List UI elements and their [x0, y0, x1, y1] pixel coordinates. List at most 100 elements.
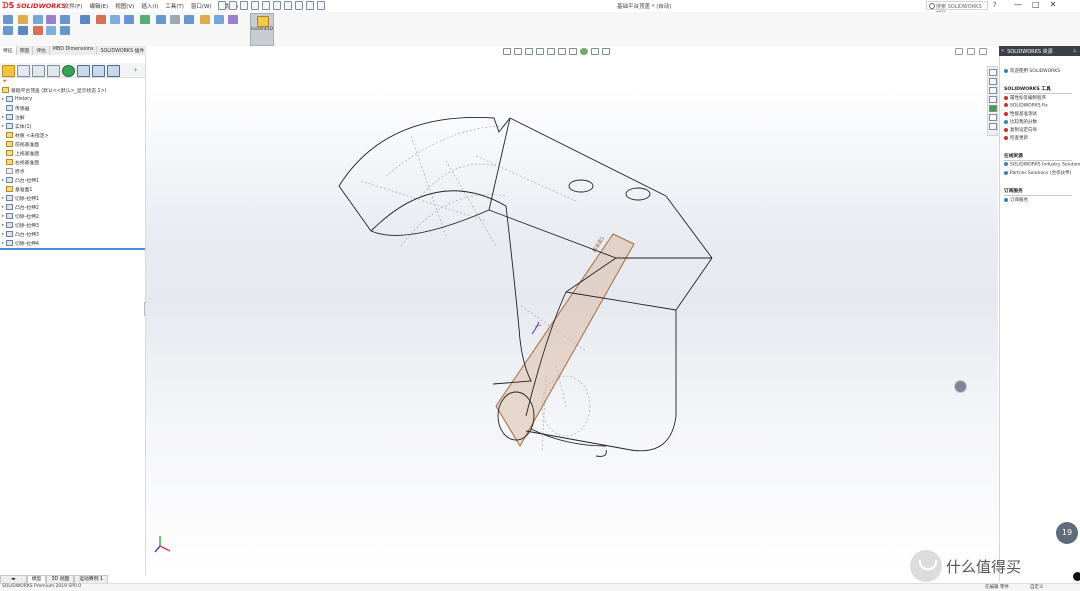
draft-icon[interactable]	[214, 15, 224, 24]
display-style-icon[interactable]	[558, 48, 566, 55]
hole-wizard-icon[interactable]	[96, 15, 106, 24]
design-library-icon[interactable]	[989, 78, 997, 85]
menu-item[interactable]: 文件(F)	[64, 2, 82, 10]
view-orientation-icon[interactable]	[547, 48, 555, 55]
maximize-button[interactable]: □	[1032, 0, 1040, 9]
revolve-boss-icon[interactable]	[18, 15, 28, 24]
custom-properties-icon[interactable]	[989, 114, 997, 121]
menu-item[interactable]: 工具(T)	[165, 2, 184, 10]
dimxpert-icon[interactable]	[47, 65, 60, 77]
reference-geometry-icon[interactable]	[46, 26, 56, 35]
shell-icon[interactable]	[228, 15, 238, 24]
menu-item[interactable]: 编辑(E)	[89, 2, 108, 10]
mirror-icon[interactable]	[33, 26, 43, 35]
graphics-area[interactable]: 基准面1	[146, 46, 998, 575]
tree-item[interactable]: ▸ 实体(1)	[0, 122, 31, 130]
rebuild-icon[interactable]	[295, 1, 303, 10]
save-icon[interactable]	[251, 1, 259, 10]
view-palette-icon[interactable]	[989, 96, 997, 103]
user-avatar[interactable]	[954, 380, 967, 393]
menu-item[interactable]: 窗口(W)	[191, 2, 212, 10]
home-icon[interactable]	[218, 1, 226, 10]
solidworks-logo[interactable]: ᗪS SOLIDWORKS	[2, 1, 66, 11]
task-link[interactable]: 检查更新	[1004, 135, 1028, 141]
tree-item[interactable]: ▸ 凸台-拉伸3	[0, 230, 39, 238]
task-link[interactable]: 比较我的分数	[1004, 119, 1037, 125]
tree-item[interactable]: ▸ 凸台-拉伸2	[0, 203, 39, 211]
zoom-to-fit-icon[interactable]	[503, 48, 511, 55]
task-link[interactable]: 订阅服务	[1004, 197, 1028, 203]
tree-item[interactable]: 材质 <未指定>	[0, 131, 49, 139]
pin-icon[interactable]: ⊥	[1073, 48, 1077, 54]
help-search-input[interactable]: 搜索 SOLIDWORKS 帮助	[926, 1, 988, 17]
status-units[interactable]: 自定义	[1030, 584, 1044, 590]
tree-item[interactable]: ▸ 凸台-拉伸1	[0, 176, 39, 184]
cam-feature-icon[interactable]	[77, 65, 90, 77]
select-icon[interactable]	[284, 1, 292, 10]
file-properties-icon[interactable]	[306, 1, 314, 10]
view-settings-icon[interactable]	[602, 48, 610, 55]
rib-icon[interactable]	[200, 15, 210, 24]
task-link[interactable]: 性能基准测试	[1004, 111, 1037, 117]
image-counter-badge[interactable]: 19	[1056, 522, 1078, 544]
menu-item[interactable]: 视图(V)	[115, 2, 134, 10]
viewport-close-icon[interactable]	[979, 48, 987, 55]
viewport-minimize-icon[interactable]	[955, 48, 963, 55]
tree-item[interactable]: ▸ 切除-拉伸3	[0, 221, 39, 229]
new-document-icon[interactable]	[229, 1, 237, 10]
extrude-boss-icon[interactable]	[3, 15, 13, 24]
appearance-icon[interactable]	[580, 48, 588, 55]
tree-item[interactable]: 上视基准面	[0, 149, 39, 157]
zoom-to-area-icon[interactable]	[514, 48, 522, 55]
hide-show-items-icon[interactable]	[569, 48, 577, 55]
tree-item[interactable]: ▸ 切除-拉伸2	[0, 212, 39, 220]
boundary-cut-icon[interactable]	[156, 15, 166, 24]
tree-item[interactable]: ▸ 切除-拉伸4	[0, 239, 39, 247]
display-manager-icon[interactable]	[62, 65, 75, 77]
tab-2[interactable]: 评估	[33, 46, 50, 55]
intersect-icon[interactable]	[18, 26, 28, 35]
fillet-icon[interactable]	[170, 15, 180, 24]
forum-icon[interactable]	[989, 123, 997, 130]
curves-icon[interactable]	[60, 26, 70, 35]
viewport-restore-icon[interactable]	[967, 48, 975, 55]
boundary-icon[interactable]	[60, 15, 70, 24]
revolve-cut-icon[interactable]	[110, 15, 120, 24]
minimize-button[interactable]: —	[1014, 0, 1022, 9]
tab-4[interactable]: SOLIDWORKS 插件	[97, 46, 149, 55]
undo-icon[interactable]	[273, 1, 281, 10]
rollback-bar[interactable]	[0, 248, 145, 250]
linear-pattern-icon[interactable]	[184, 15, 194, 24]
reference-plane[interactable]	[495, 233, 635, 447]
appearances-icon[interactable]	[989, 105, 997, 112]
menu-item[interactable]: 插入(I)	[141, 2, 158, 10]
tree-item[interactable]: ▸ History	[0, 95, 32, 103]
open-icon[interactable]	[240, 1, 248, 10]
tab-1[interactable]: 草图	[16, 46, 34, 55]
help-button[interactable]: ?	[993, 1, 997, 9]
sweep-icon[interactable]	[33, 15, 43, 24]
close-button[interactable]: ✕	[1050, 0, 1057, 9]
tree-item[interactable]: 右视基准面	[0, 158, 39, 166]
tree-item[interactable]: ▸ 切除-拉伸1	[0, 194, 39, 202]
scene-icon[interactable]	[591, 48, 599, 55]
tab-0[interactable]: 特征	[0, 46, 17, 55]
print-icon[interactable]	[262, 1, 270, 10]
task-link[interactable]: Partner Solutions (合作伙伴)	[1004, 170, 1071, 176]
property-manager-icon[interactable]	[17, 65, 30, 77]
configuration-manager-icon[interactable]	[32, 65, 45, 77]
options-gear-icon[interactable]	[317, 1, 325, 10]
tree-item[interactable]: 前视基准面	[0, 140, 39, 148]
task-link[interactable]: SOLIDWORKS Industry Solutions	[1004, 162, 1080, 168]
section-view-icon[interactable]	[536, 48, 544, 55]
tree-item[interactable]: 基准面1	[0, 185, 32, 193]
tree-root[interactable]: 基础平台顶盖 (默认<<默认>_显示状态 1>)	[2, 86, 106, 94]
cam-tool-icon[interactable]	[107, 65, 120, 77]
tree-item[interactable]: ▸ 注解	[0, 113, 25, 121]
lofted-cut-icon[interactable]	[140, 15, 150, 24]
wrap-icon[interactable]	[3, 26, 13, 35]
solidworks-resources-icon[interactable]	[989, 69, 997, 76]
tab-3[interactable]: MBD Dimensions	[49, 46, 98, 55]
previous-view-icon[interactable]	[525, 48, 533, 55]
tree-item[interactable]: 传感器	[0, 104, 29, 112]
